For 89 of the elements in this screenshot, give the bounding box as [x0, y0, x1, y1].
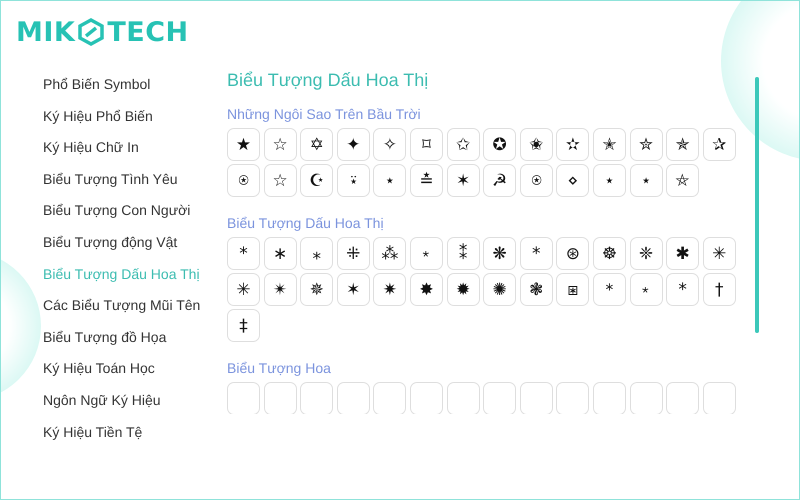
- symbol-button[interactable]: [592, 382, 626, 414]
- sidebar-link[interactable]: Ngôn Ngữ Ký Hiệu: [43, 390, 161, 423]
- section-heading: Những Ngôi Sao Trên Bầu Trời: [227, 105, 422, 124]
- logo-text: TECH: [107, 16, 189, 48]
- symbol-button[interactable]: ✬: [520, 128, 553, 161]
- symbol-button[interactable]: ✧: [373, 128, 406, 161]
- sidebar-link[interactable]: Biểu Tượng Con Người: [43, 201, 190, 233]
- symbol-button[interactable]: ⍟: [227, 164, 260, 197]
- symbol-button[interactable]: ✶: [446, 164, 480, 197]
- symbol-button[interactable]: ✴: [264, 273, 297, 306]
- symbol-button[interactable]: ☪: [300, 164, 334, 197]
- symbol-button[interactable]: [520, 382, 553, 414]
- symbol-button[interactable]: ✯: [666, 128, 700, 161]
- symbol-button[interactable]: †: [702, 273, 736, 306]
- section-heading: Biểu Tượng Dấu Hoa Thị: [227, 214, 385, 233]
- symbol-button[interactable]: ✭: [592, 128, 626, 161]
- symbol-button[interactable]: [300, 382, 334, 414]
- symbol-button[interactable]: ★: [227, 128, 260, 161]
- sidebar-link[interactable]: Ký Hiệu Toán Học: [43, 359, 155, 391]
- sidebar-link[interactable]: Phổ Biến Symbol: [43, 75, 150, 107]
- symbol-button[interactable]: ✵: [300, 273, 334, 306]
- symbol-button[interactable]: [630, 382, 663, 414]
- symbol-button[interactable]: ⋄: [556, 164, 590, 197]
- symbol-button[interactable]: ☭: [483, 164, 516, 197]
- symbol-button[interactable]: [702, 382, 736, 414]
- symbol-button[interactable]: ✸: [410, 273, 443, 306]
- symbol-button[interactable]: [446, 382, 480, 414]
- symbol-button[interactable]: ✺: [483, 273, 516, 306]
- symbol-button[interactable]: ✰: [702, 128, 736, 161]
- sidebar-link[interactable]: Biểu Tượng đồ Họa: [43, 328, 166, 360]
- symbol-button[interactable]: ＊: [592, 273, 626, 306]
- sidebar-link[interactable]: Ký Hiệu Chữ In: [43, 138, 139, 170]
- symbol-button[interactable]: ✩: [446, 128, 480, 161]
- symbol-button[interactable]: ✳: [702, 237, 736, 270]
- symbol-button[interactable]: ❈: [630, 237, 663, 270]
- symbol-button[interactable]: ✶: [336, 273, 370, 306]
- symbol-button[interactable]: ⊛: [556, 237, 590, 270]
- symbol-button[interactable]: [410, 382, 443, 414]
- symbol-button[interactable]: *: [666, 273, 700, 306]
- symbol-button[interactable]: ✮: [630, 128, 663, 161]
- symbol-button[interactable]: ✡: [300, 128, 334, 161]
- symbol-button[interactable]: ≛: [410, 164, 443, 197]
- symbol-button[interactable]: [227, 382, 260, 414]
- symbol-button[interactable]: ⁂: [373, 237, 406, 270]
- symbol-button[interactable]: ✪: [483, 128, 516, 161]
- symbol-button[interactable]: ⁑: [446, 237, 480, 270]
- symbol-button[interactable]: ⌑: [410, 128, 443, 161]
- symbol-button[interactable]: [336, 382, 370, 414]
- symbol-button[interactable]: ☸: [592, 237, 626, 270]
- sidebar-link[interactable]: Ký Hiệu Phổ Biến: [43, 106, 153, 138]
- symbol-button[interactable]: [483, 382, 516, 414]
- sidebar-link[interactable]: Biểu Tượng động Vật: [43, 232, 178, 265]
- symbol-button[interactable]: ❃: [520, 273, 553, 306]
- symbol-button[interactable]: [556, 382, 590, 414]
- scrollbar[interactable]: [755, 77, 759, 333]
- sidebar-link[interactable]: Ký Hiệu Tiền Tệ: [43, 422, 142, 454]
- symbol-button[interactable]: ⍣: [336, 164, 370, 197]
- symbol-button[interactable]: ⍟: [520, 164, 553, 197]
- page-title: Biểu Tượng Dấu Hoa Thị: [227, 69, 430, 92]
- symbol-button[interactable]: ∗: [264, 237, 297, 270]
- symbol-button[interactable]: [666, 382, 700, 414]
- symbol-button[interactable]: [264, 382, 297, 414]
- symbol-button[interactable]: [373, 382, 406, 414]
- symbol-button[interactable]: ☆: [264, 128, 297, 161]
- symbol-button[interactable]: ‡: [227, 309, 260, 342]
- sidebar-link[interactable]: Các Biểu Tượng Mũi Tên: [43, 296, 200, 328]
- symbol-button[interactable]: ✱: [666, 237, 700, 270]
- hexagon-logo-icon: [77, 18, 106, 46]
- symbol-button[interactable]: ☆: [264, 164, 297, 197]
- section-heading: Biểu Tượng Hoa: [227, 359, 332, 378]
- symbol-button[interactable]: ✹: [446, 273, 480, 306]
- symbol-button[interactable]: ⛤: [666, 164, 700, 197]
- symbol-button[interactable]: *: [227, 237, 260, 270]
- logo-text: MIK: [16, 16, 76, 48]
- symbol-button[interactable]: ﹡: [410, 237, 443, 270]
- symbol-button[interactable]: ✷: [373, 273, 406, 306]
- symbol-button[interactable]: ✫: [556, 128, 590, 161]
- sidebar-link[interactable]: Biểu Tượng Tình Yêu: [43, 170, 178, 202]
- symbol-button[interactable]: ⁎: [300, 237, 334, 270]
- symbol-button[interactable]: ⋆: [592, 164, 626, 197]
- symbol-button[interactable]: *: [520, 237, 553, 270]
- symbol-button[interactable]: ✳: [227, 273, 260, 306]
- symbol-button[interactable]: ﹡: [630, 273, 663, 306]
- symbol-button[interactable]: ⁜: [336, 237, 370, 270]
- symbol-button[interactable]: ❋: [483, 237, 516, 270]
- symbol-button[interactable]: ⋆: [373, 164, 406, 197]
- symbol-button[interactable]: ✦: [336, 128, 370, 161]
- symbol-button[interactable]: ⧆: [556, 273, 590, 306]
- symbol-button[interactable]: ⋆: [630, 164, 663, 197]
